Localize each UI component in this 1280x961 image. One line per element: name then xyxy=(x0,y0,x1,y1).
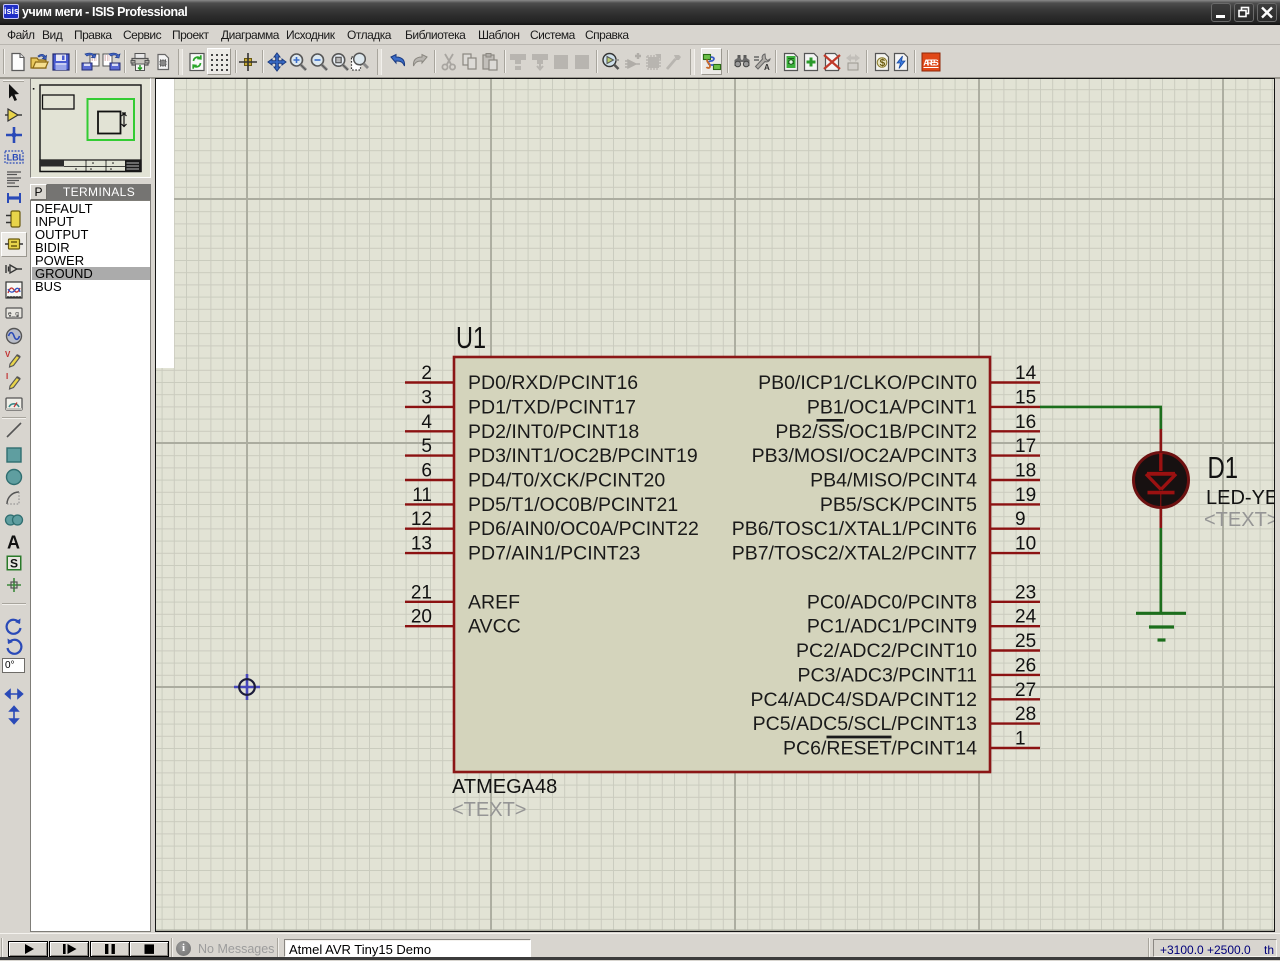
svg-text:2: 2 xyxy=(421,363,432,384)
svg-text:PB3/MOSI/OC2A/PCINT3: PB3/MOSI/OC2A/PCINT3 xyxy=(752,445,977,467)
svg-text:PB2/SS/OC1B/PCINT2: PB2/SS/OC1B/PCINT2 xyxy=(775,421,977,443)
svg-text:PB6/TOSC1/XTAL1/PCINT6: PB6/TOSC1/XTAL1/PCINT6 xyxy=(732,518,977,540)
svg-text:PD3/INT1/OC2B/PCINT19: PD3/INT1/OC2B/PCINT19 xyxy=(468,445,698,467)
svg-text:ATMEGA48: ATMEGA48 xyxy=(452,776,557,798)
svg-text:20: 20 xyxy=(411,607,432,628)
svg-text:PC4/ADC4/SDA/PCINT12: PC4/ADC4/SDA/PCINT12 xyxy=(751,689,978,711)
svg-text:24: 24 xyxy=(1015,607,1037,628)
svg-text:26: 26 xyxy=(1015,655,1036,676)
svg-text:PD7/AIN1/PCINT23: PD7/AIN1/PCINT23 xyxy=(468,543,640,565)
svg-text:18: 18 xyxy=(1015,461,1036,482)
svg-text:27: 27 xyxy=(1015,680,1036,701)
svg-text:PC3/ADC3/PCINT11: PC3/ADC3/PCINT11 xyxy=(797,664,977,686)
svg-text:23: 23 xyxy=(1015,582,1036,603)
svg-text:9: 9 xyxy=(1015,509,1026,530)
svg-text:15: 15 xyxy=(1015,387,1036,408)
svg-text:21: 21 xyxy=(411,582,432,603)
svg-text:17: 17 xyxy=(1015,436,1036,457)
svg-text:AREF: AREF xyxy=(468,591,520,613)
svg-text:AVCC: AVCC xyxy=(468,616,521,638)
svg-text:PC6/RESET/PCINT14: PC6/RESET/PCINT14 xyxy=(783,738,977,760)
svg-text:PC1/ADC1/PCINT9: PC1/ADC1/PCINT9 xyxy=(807,616,977,638)
svg-text:PB4/MISO/PCINT4: PB4/MISO/PCINT4 xyxy=(810,470,977,492)
svg-text:<TEXT>: <TEXT> xyxy=(1204,509,1274,531)
svg-text:PC5/ADC5/SCL/PCINT13: PC5/ADC5/SCL/PCINT13 xyxy=(753,713,977,735)
svg-text:PD5/T1/OC0B/PCINT21: PD5/T1/OC0B/PCINT21 xyxy=(468,494,678,516)
svg-text:6: 6 xyxy=(421,461,432,482)
svg-text:16: 16 xyxy=(1015,412,1036,433)
svg-text:12: 12 xyxy=(411,509,432,530)
svg-text:PD1/TXD/PCINT17: PD1/TXD/PCINT17 xyxy=(468,396,636,418)
svg-text:10: 10 xyxy=(1015,534,1036,555)
svg-text:25: 25 xyxy=(1015,631,1036,652)
svg-text:4: 4 xyxy=(421,412,432,433)
svg-text:PD6/AIN0/OC0A/PCINT22: PD6/AIN0/OC0A/PCINT22 xyxy=(468,518,699,540)
svg-text:PD0/RXD/PCINT16: PD0/RXD/PCINT16 xyxy=(468,372,638,394)
svg-text:U1: U1 xyxy=(456,320,486,355)
svg-text:11: 11 xyxy=(412,485,432,506)
svg-text:3: 3 xyxy=(421,387,432,408)
svg-text:PB0/ICP1/CLKO/PCINT0: PB0/ICP1/CLKO/PCINT0 xyxy=(758,372,977,394)
svg-text:13: 13 xyxy=(411,534,432,555)
svg-text:28: 28 xyxy=(1015,704,1036,725)
svg-text:D1: D1 xyxy=(1208,450,1239,485)
svg-text:LED-YELLOW: LED-YELLOW xyxy=(1206,487,1274,509)
svg-text:14: 14 xyxy=(1015,363,1037,384)
svg-text:PD2/INT0/PCINT18: PD2/INT0/PCINT18 xyxy=(468,421,639,443)
svg-text:PC2/ADC2/PCINT10: PC2/ADC2/PCINT10 xyxy=(796,640,977,662)
svg-text:19: 19 xyxy=(1015,485,1036,506)
svg-text:5: 5 xyxy=(421,436,432,457)
svg-text:PD4/T0/XCK/PCINT20: PD4/T0/XCK/PCINT20 xyxy=(468,470,665,492)
svg-text:PB1/OC1A/PCINT1: PB1/OC1A/PCINT1 xyxy=(807,396,977,418)
svg-text:PB5/SCK/PCINT5: PB5/SCK/PCINT5 xyxy=(820,494,977,516)
svg-text:<TEXT>: <TEXT> xyxy=(452,799,526,821)
svg-text:PC0/ADC0/PCINT8: PC0/ADC0/PCINT8 xyxy=(807,591,977,613)
svg-text:PB7/TOSC2/XTAL2/PCINT7: PB7/TOSC2/XTAL2/PCINT7 xyxy=(732,543,977,565)
svg-text:1: 1 xyxy=(1015,729,1026,750)
